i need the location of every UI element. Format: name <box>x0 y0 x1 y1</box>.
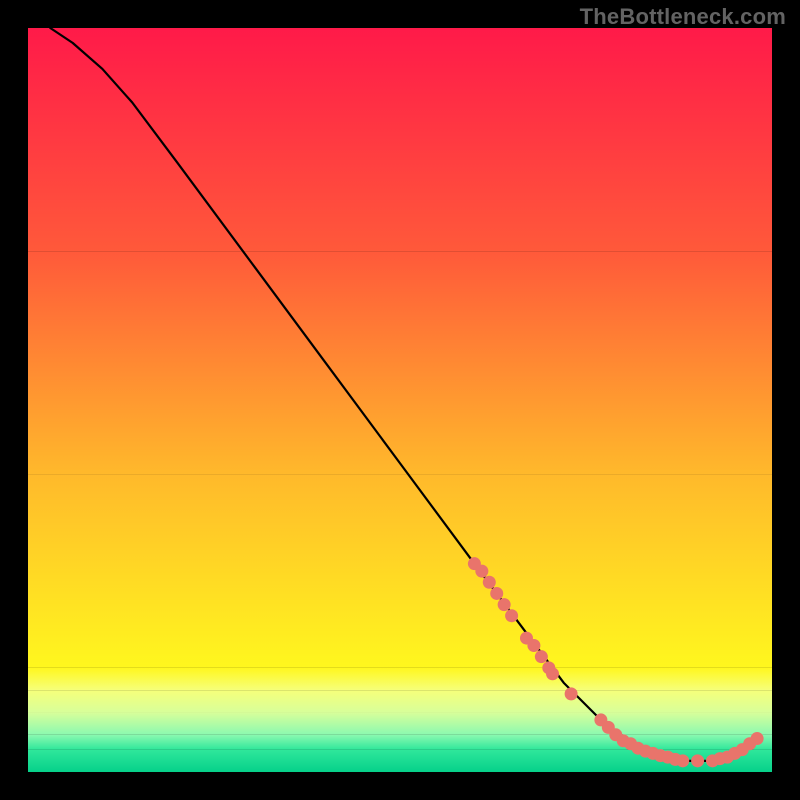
data-point <box>751 732 764 745</box>
data-point <box>676 754 689 767</box>
watermark-text: TheBottleneck.com <box>580 4 786 30</box>
data-point <box>483 576 496 589</box>
data-point <box>691 754 704 767</box>
data-point <box>527 639 540 652</box>
data-point <box>490 587 503 600</box>
data-point <box>505 609 518 622</box>
data-point <box>546 667 559 680</box>
chart-canvas <box>0 0 800 800</box>
data-point <box>535 650 548 663</box>
data-point <box>475 565 488 578</box>
data-point <box>565 687 578 700</box>
data-point <box>498 598 511 611</box>
chart-stage: TheBottleneck.com <box>0 0 800 800</box>
chart-background <box>28 28 772 772</box>
